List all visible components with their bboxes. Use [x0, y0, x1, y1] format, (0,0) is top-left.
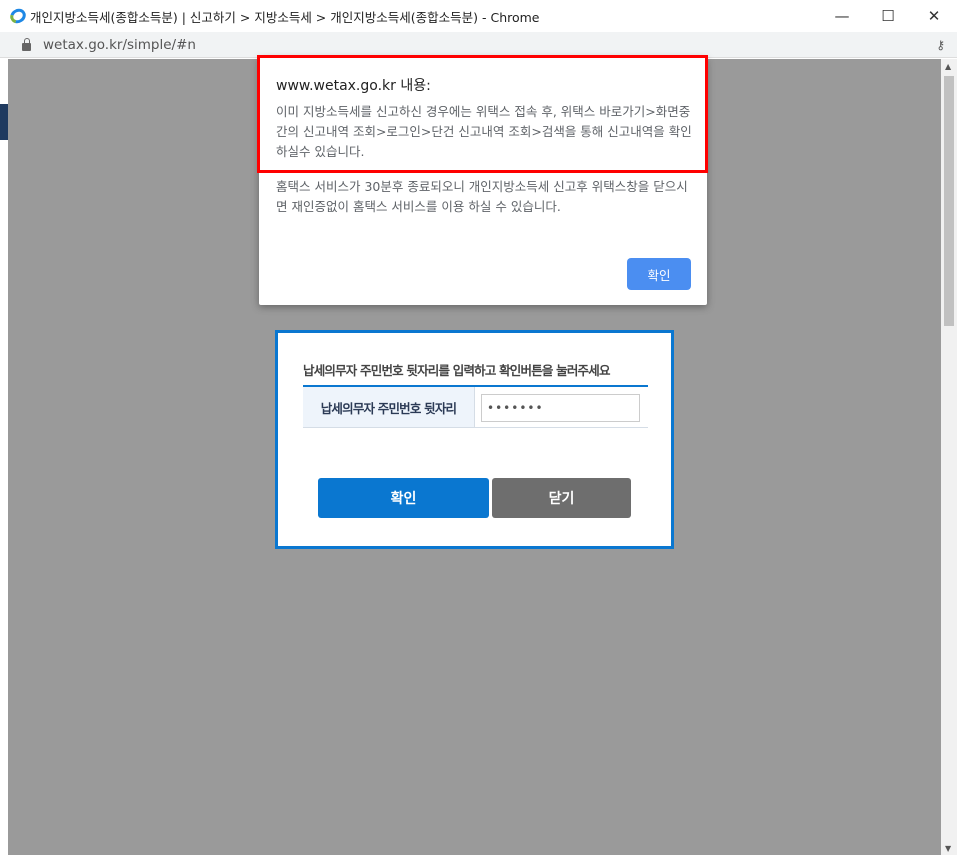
modal-instruction: 납세의무자 주민번호 뒷자리를 입력하고 확인버튼을 눌러주세요	[303, 363, 610, 378]
url-text: wetax.go.kr/simple/#n	[43, 36, 196, 53]
ssn-input[interactable]	[481, 394, 640, 422]
minimize-button[interactable]: —	[819, 0, 865, 32]
confirm-button[interactable]: 확인	[318, 478, 489, 518]
alert-ok-button[interactable]: 확인	[627, 258, 691, 290]
highlight-box	[257, 55, 708, 173]
scrollbar-thumb[interactable]	[944, 76, 954, 326]
ssn-field-label: 납세의무자 주민번호 뒷자리	[303, 387, 475, 427]
page-edge	[0, 59, 8, 855]
ssn-modal: 납세의무자 주민번호 뒷자리를 입력하고 확인버튼을 눌러주세요 납세의무자 주…	[275, 330, 674, 549]
key-icon[interactable]: ⚷	[936, 38, 945, 52]
scrollbar[interactable]: ▲ ▼	[941, 59, 957, 855]
ssn-form-row: 납세의무자 주민번호 뒷자리	[303, 385, 648, 428]
scroll-down-icon[interactable]: ▼	[945, 844, 951, 853]
site-logo-icon	[7, 5, 29, 27]
alert-message-2: 홈택스 서비스가 30분후 종료되오니 개인지방소득세 신고후 위택스창을 닫으…	[276, 179, 688, 214]
close-modal-button[interactable]: 닫기	[492, 478, 631, 518]
title-bar: 개인지방소득세(종합소득분) | 신고하기 > 지방소득세 > 개인지방소득세(…	[0, 0, 957, 32]
window-title: 개인지방소득세(종합소득분) | 신고하기 > 지방소득세 > 개인지방소득세(…	[30, 9, 540, 25]
lock-icon	[22, 37, 31, 51]
maximize-button[interactable]: ☐	[865, 0, 911, 32]
scroll-up-icon[interactable]: ▲	[945, 62, 951, 71]
close-button[interactable]: ✕	[911, 0, 957, 32]
